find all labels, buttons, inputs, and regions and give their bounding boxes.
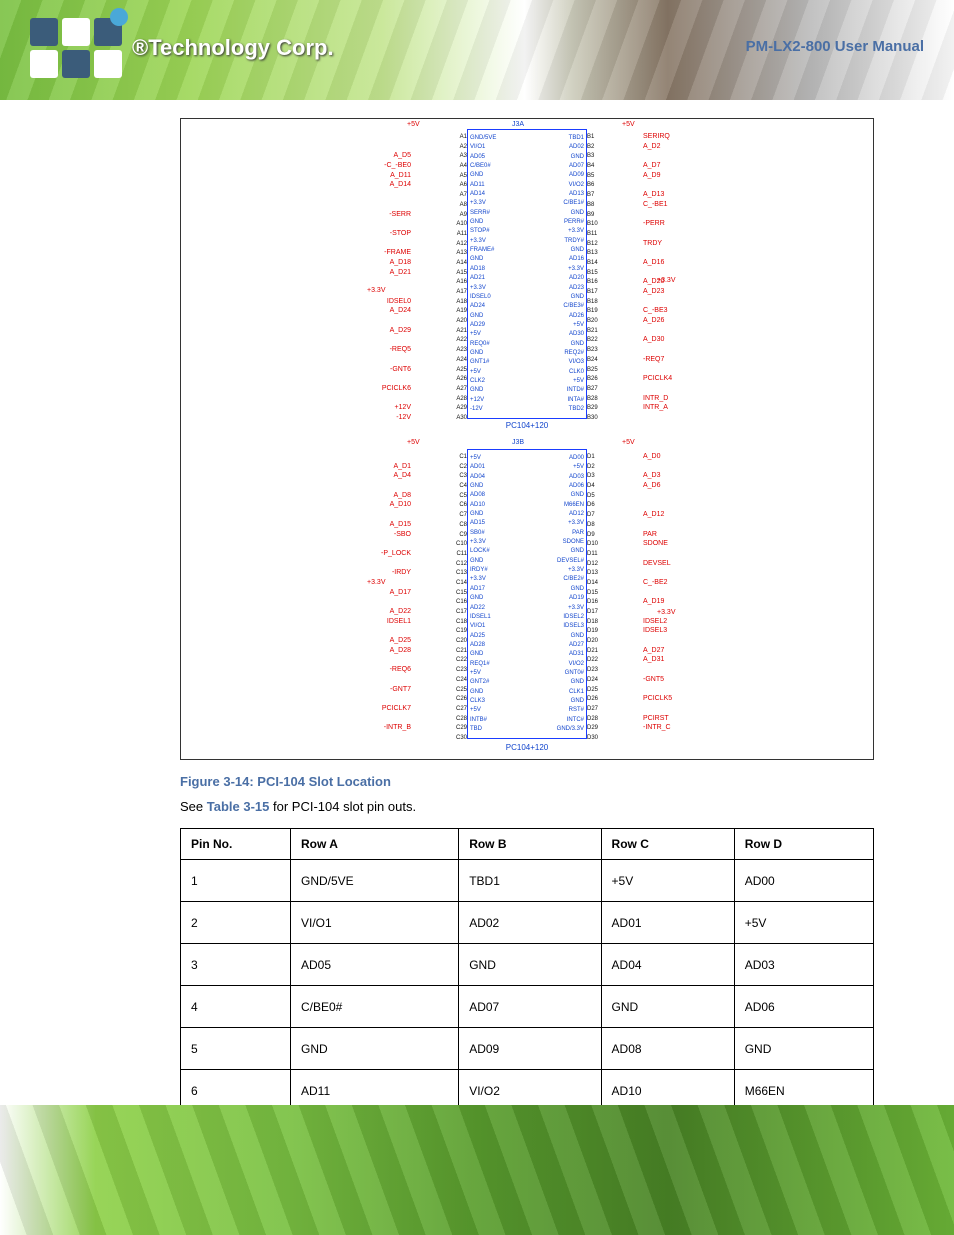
top-inner-left: GND/5VEVI/O1AD05C/BE0#GNDAD11AD14+3.3VSE… xyxy=(470,134,496,414)
schematic-figure: GND/5VEVI/O1AD05C/BE0#GNDAD11AD14+3.3VSE… xyxy=(180,118,874,760)
table-header: Row B xyxy=(459,829,601,860)
brand-text: ®Technology Corp. xyxy=(132,35,334,61)
product-title: PM-LX2-800 User Manual xyxy=(746,38,924,55)
table-row: 3AD05GNDAD04AD03 xyxy=(181,944,874,986)
bottom-banner xyxy=(0,1105,954,1235)
table-row: 2VI/O1AD02AD01+5V xyxy=(181,902,874,944)
table-header: Row C xyxy=(601,829,734,860)
table-row: 5GNDAD09AD08GND xyxy=(181,1028,874,1070)
figure-caption: Figure 3-14: PCI-104 Slot Location xyxy=(180,774,874,789)
table-header: Pin No. xyxy=(181,829,291,860)
table-header: Row A xyxy=(291,829,459,860)
logo: ®Technology Corp. xyxy=(30,18,334,78)
table-row: 4C/BE0#AD07GNDAD06 xyxy=(181,986,874,1028)
table-header: Row D xyxy=(734,829,873,860)
top-inner-right: TBD1AD02GNDAD07AD09VI/O2AD13C/BE1#GNDPER… xyxy=(563,134,584,414)
table-row: 1GND/5VETBD1+5VAD00 xyxy=(181,860,874,902)
table-intro: See Table 3-15 for PCI-104 slot pin outs… xyxy=(180,799,874,814)
top-banner: ®Technology Corp. PM-LX2-800 User Manual xyxy=(0,0,954,100)
